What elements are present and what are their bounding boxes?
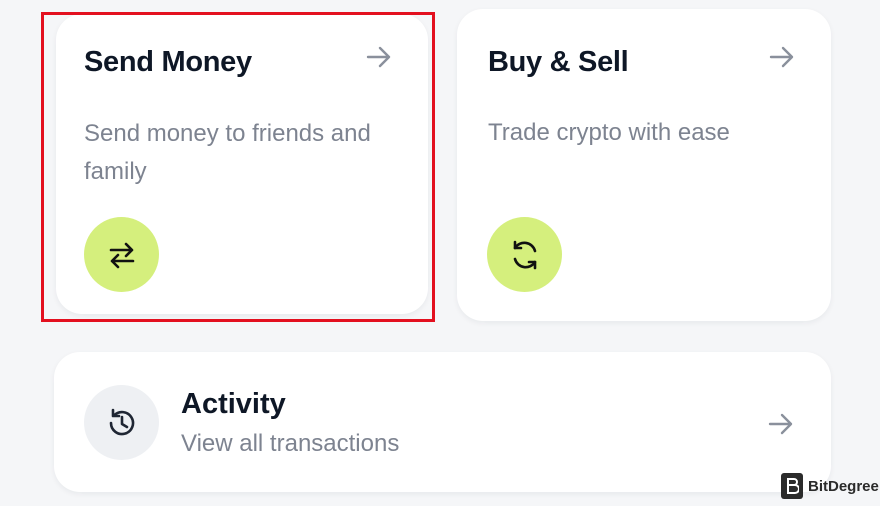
refresh-icon — [513, 240, 536, 269]
arrow-right-icon[interactable] — [767, 42, 797, 72]
send-money-title: Send Money — [84, 46, 252, 78]
history-icon — [109, 408, 134, 435]
buy-sell-card[interactable]: Buy & Sell Trade crypto with ease — [457, 9, 831, 321]
activity-card[interactable]: Activity View all transactions — [54, 352, 831, 492]
activity-title: Activity — [181, 388, 286, 420]
send-money-action-button[interactable] — [84, 217, 159, 292]
swap-arrows-icon — [109, 242, 134, 268]
arrow-right-icon[interactable] — [364, 42, 394, 72]
send-money-description: Send money to friends and family — [84, 120, 371, 185]
bitdegree-logo-icon — [781, 473, 803, 499]
app-screen: Send Money Send money to friends and fam… — [0, 0, 880, 506]
buy-sell-action-button[interactable] — [487, 217, 562, 292]
send-money-card[interactable]: Send Money Send money to friends and fam… — [56, 14, 428, 314]
arrow-right-icon[interactable] — [766, 409, 796, 439]
buy-sell-description: Trade crypto with ease — [488, 119, 730, 146]
buy-sell-title: Buy & Sell — [488, 46, 629, 78]
activity-icon-container — [84, 385, 159, 460]
bitdegree-watermark: BitDegree — [781, 473, 879, 499]
watermark-text: BitDegree — [808, 477, 879, 495]
activity-description: View all transactions — [181, 430, 400, 457]
